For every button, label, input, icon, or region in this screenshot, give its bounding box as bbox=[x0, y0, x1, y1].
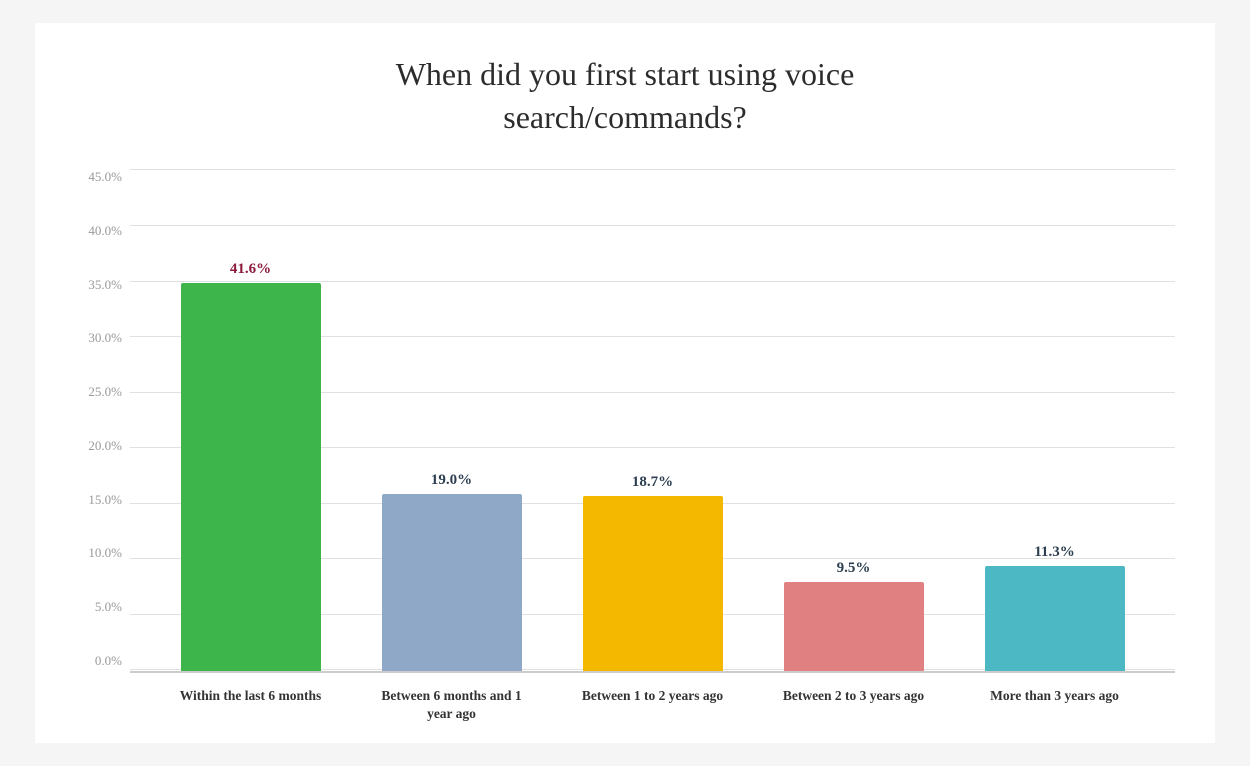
bar-value-label: 41.6% bbox=[230, 261, 271, 278]
y-axis-label: 10.0% bbox=[75, 545, 130, 561]
y-axis-label: 45.0% bbox=[75, 169, 130, 185]
bar-group: 18.7% bbox=[573, 474, 733, 671]
bar-group: 19.0% bbox=[372, 472, 532, 671]
x-axis-label: Between 6 months and 1 year ago bbox=[372, 681, 532, 723]
x-labels: Within the last 6 months Between 6 months… bbox=[130, 681, 1175, 723]
y-axis-label: 40.0% bbox=[75, 223, 130, 239]
y-axis-label: 30.0% bbox=[75, 330, 130, 346]
bar-value-label: 18.7% bbox=[632, 474, 673, 491]
bar-rect bbox=[181, 283, 321, 671]
y-axis-label: 0.0% bbox=[75, 653, 130, 669]
bar-rect bbox=[583, 496, 723, 671]
x-axis-label: Between 1 to 2 years ago bbox=[573, 681, 733, 723]
bar-rect bbox=[985, 566, 1125, 671]
bar-rect bbox=[382, 494, 522, 671]
bars-row: 41.6% 19.0% 18.7% 9.5% 11.3% bbox=[130, 169, 1175, 670]
bar-group: 11.3% bbox=[975, 544, 1135, 671]
bar-value-label: 19.0% bbox=[431, 472, 472, 489]
chart-plot: 45.0% 40.0% 35.0% 30.0% 25.0% 20.0% 15.0% 10.0%… bbox=[75, 169, 1175, 670]
y-axis-label: 25.0% bbox=[75, 384, 130, 400]
x-axis-line bbox=[130, 671, 1175, 673]
bar-rect bbox=[784, 582, 924, 671]
x-axis-label: Within the last 6 months bbox=[171, 681, 331, 723]
bar-value-label: 11.3% bbox=[1034, 544, 1074, 561]
bar-group: 9.5% bbox=[774, 560, 934, 671]
chart-title: When did you first start using voice sea… bbox=[285, 53, 965, 139]
bar-value-label: 9.5% bbox=[837, 560, 871, 577]
chart-container: When did you first start using voice sea… bbox=[35, 23, 1215, 743]
x-axis-label: Between 2 to 3 years ago bbox=[774, 681, 934, 723]
y-axis-label: 5.0% bbox=[75, 599, 130, 615]
bar-group: 41.6% bbox=[171, 261, 331, 671]
y-axis-label: 20.0% bbox=[75, 438, 130, 454]
y-axis-label: 15.0% bbox=[75, 492, 130, 508]
x-axis-label: More than 3 years ago bbox=[975, 681, 1135, 723]
bars-and-grid: 41.6% 19.0% 18.7% 9.5% 11.3% bbox=[130, 169, 1175, 670]
chart-area: 45.0% 40.0% 35.0% 30.0% 25.0% 20.0% 15.0% 10.0%… bbox=[75, 169, 1175, 723]
y-axis-label: 35.0% bbox=[75, 277, 130, 293]
y-axis: 45.0% 40.0% 35.0% 30.0% 25.0% 20.0% 15.0% 10.0%… bbox=[75, 169, 130, 670]
